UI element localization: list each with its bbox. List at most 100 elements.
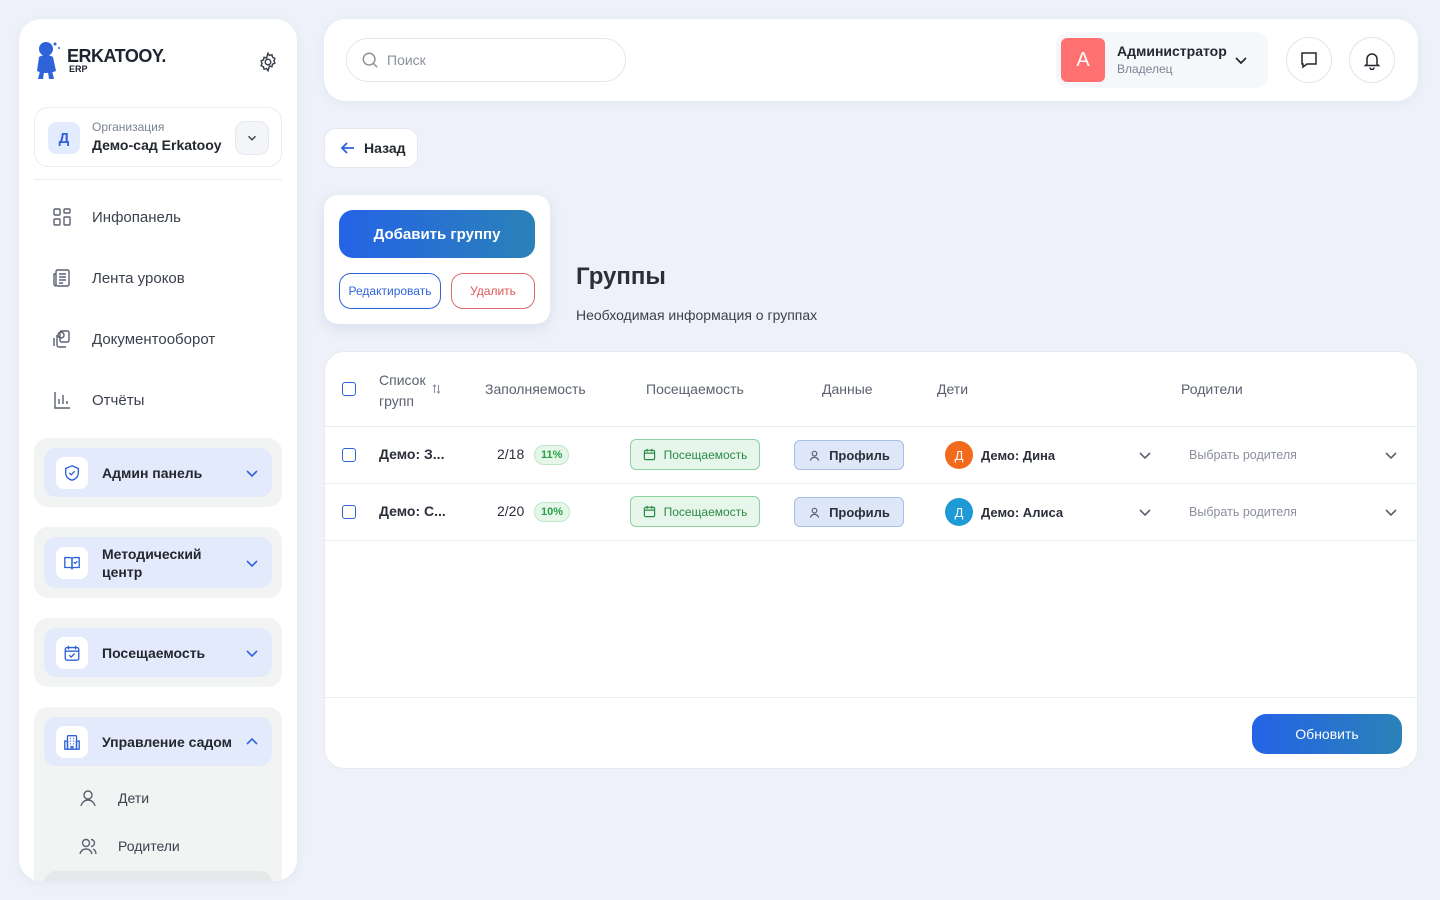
groups-table: Список групп Заполняемость Посещаемость … [324, 351, 1418, 769]
building-icon [56, 725, 88, 758]
logo-name: ERKATOOY. [67, 45, 166, 66]
section-kindergarten-management-toggle[interactable]: Управление садом [44, 717, 272, 766]
user-role: Владелец [1117, 62, 1173, 76]
sidebar-item-label: Дети [118, 790, 150, 806]
chevron-down-icon [1139, 452, 1151, 460]
back-button[interactable]: Назад [324, 128, 418, 168]
sidebar-item-reports[interactable]: Отчёты [52, 388, 144, 412]
section-admin-panel-toggle[interactable]: Админ панель [44, 448, 272, 497]
org-avatar: Д [48, 122, 80, 154]
search-icon [362, 52, 378, 68]
column-header-children: Дети [937, 381, 969, 397]
profile-button[interactable]: Профиль [794, 440, 904, 470]
page-subtitle: Необходимая информация о группах [576, 307, 818, 323]
sidebar-divider [34, 179, 282, 180]
user-menu[interactable]: А Администратор Владелец [1056, 32, 1268, 88]
select-all-checkbox[interactable] [342, 382, 356, 396]
dashboard-icon [53, 208, 71, 226]
section-title: Админ панель [102, 464, 203, 481]
users-icon [79, 838, 97, 855]
table-divider [325, 540, 1417, 541]
children-select[interactable]: Д Демо: Алиса [945, 496, 1155, 528]
fill-percent-badge: 10% [534, 502, 571, 522]
user-icon [80, 790, 96, 807]
column-header-attendance: Посещаемость [646, 381, 744, 397]
row-checkbox[interactable] [342, 448, 356, 462]
avatar: А [1061, 38, 1105, 82]
chevron-down-icon [1235, 57, 1247, 65]
fill-percent-badge: 11% [534, 445, 570, 465]
messages-button[interactable] [1286, 37, 1332, 83]
group-fill: 2/20 [497, 503, 525, 519]
sidebar-item-dashboard[interactable]: Инфопанель [52, 205, 181, 229]
search-input[interactable] [387, 52, 607, 68]
bar-chart-icon [54, 392, 70, 409]
chat-icon [1301, 52, 1317, 69]
section-title: Посещаемость [102, 644, 206, 661]
chevron-down-icon [246, 559, 258, 567]
org-label: Организация [92, 120, 165, 134]
attendance-button[interactable]: Посещаемость [630, 496, 760, 527]
chevron-down-icon [246, 649, 258, 657]
section-admin-panel: Админ панель [34, 438, 282, 507]
delete-button[interactable]: Удалить [451, 273, 535, 309]
section-attendance-toggle[interactable]: Посещаемость [44, 628, 272, 677]
table-footer-divider [325, 697, 1417, 698]
notifications-button[interactable] [1349, 37, 1395, 83]
add-group-button[interactable]: Добавить группу [339, 210, 535, 258]
calendar-icon [643, 448, 655, 461]
profile-button[interactable]: Профиль [794, 497, 904, 527]
sidebar-item-partial[interactable] [44, 871, 272, 881]
refresh-button[interactable]: Обновить [1252, 714, 1402, 754]
sidebar-item-documents[interactable]: Документооборот [52, 327, 215, 351]
logo-sub: ERP [69, 63, 88, 74]
org-switch-button[interactable] [235, 121, 269, 155]
group-name[interactable]: Демо: З... [379, 446, 444, 462]
sidebar-item-label: Родители [118, 838, 180, 854]
sidebar: ERKATOOY. ERP Д Организация Демо-сад Erk… [19, 19, 297, 881]
children-select[interactable]: Д Демо: Дина [945, 439, 1155, 471]
sidebar-item-label: Лента уроков [92, 269, 185, 287]
parent-select[interactable]: Выбрать родителя [1189, 439, 1399, 471]
section-methodical-center-toggle[interactable]: Методический центр [44, 537, 272, 588]
sidebar-item-lessons-feed[interactable]: Лента уроков [52, 266, 185, 290]
arrow-left-icon [340, 142, 354, 154]
chevron-down-icon [246, 469, 258, 477]
shield-icon [56, 456, 88, 489]
sidebar-item-parents[interactable]: Родители [78, 836, 180, 856]
chevron-down-icon [1385, 452, 1397, 460]
organization-card: Д Организация Демо-сад Erkatooy [34, 107, 282, 167]
column-header-groups[interactable]: Список групп [379, 370, 426, 412]
org-name: Демо-сад Erkatooy [92, 137, 222, 153]
logo[interactable]: ERKATOOY. ERP [33, 39, 166, 81]
chevron-down-icon [248, 135, 256, 141]
chevron-down-icon [1385, 509, 1397, 517]
chevron-down-icon [1139, 509, 1151, 517]
column-header-parents: Родители [1181, 381, 1243, 397]
calendar-icon [643, 505, 655, 518]
sort-icon[interactable] [432, 384, 441, 394]
sidebar-item-children[interactable]: Дети [78, 788, 149, 808]
section-title: Управление садом [102, 733, 232, 750]
sidebar-item-label: Инфопанель [92, 208, 181, 226]
child-avatar: Д [945, 441, 973, 469]
user-name: Администратор [1117, 43, 1227, 59]
group-fill: 2/18 [497, 446, 525, 462]
bell-icon [1363, 53, 1381, 70]
settings-gear-icon[interactable] [257, 51, 279, 73]
search-box [346, 38, 626, 82]
child-name: Демо: Алиса [981, 504, 1064, 520]
attendance-button[interactable]: Посещаемость [630, 439, 760, 470]
sidebar-item-label: Документооборот [92, 330, 216, 348]
column-header-fill: Заполняемость [485, 381, 586, 397]
book-icon [56, 546, 88, 579]
child-avatar: Д [945, 498, 973, 526]
row-checkbox[interactable] [342, 505, 356, 519]
documents-icon [53, 330, 70, 348]
chevron-up-icon [246, 737, 258, 745]
group-name[interactable]: Демо: С... [379, 503, 446, 519]
edit-button[interactable]: Редактировать [339, 273, 441, 309]
sidebar-item-label: Отчёты [92, 391, 145, 409]
child-name: Демо: Дина [981, 447, 1056, 463]
parent-select[interactable]: Выбрать родителя [1189, 496, 1399, 528]
